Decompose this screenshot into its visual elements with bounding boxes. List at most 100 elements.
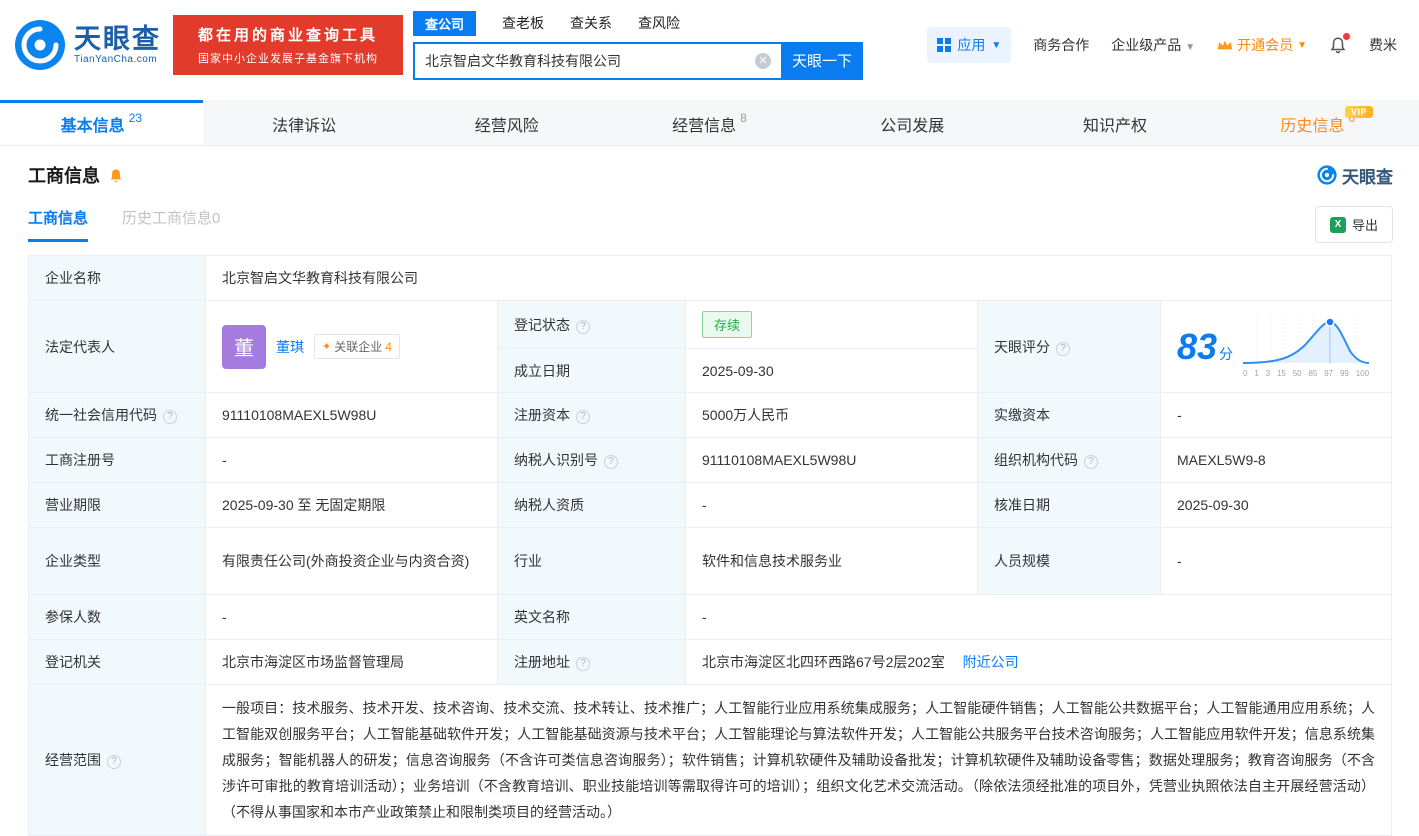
vip-badge: VIP — [1345, 106, 1373, 118]
tab-business-risk[interactable]: 经营风险 — [405, 100, 608, 145]
reg-capital-value: 5000万人民币 — [686, 393, 978, 438]
reg-authority-value: 北京市海淀区市场监督管理局 — [206, 640, 498, 685]
reg-status-value: 存续 — [686, 301, 978, 349]
business-term-value: 2025-09-30 至 无固定期限 — [206, 483, 498, 528]
subtab-history-business-info[interactable]: 历史工商信息0 — [122, 207, 220, 242]
field-label-paid-capital: 实缴资本 — [978, 393, 1161, 438]
help-icon — [163, 410, 177, 424]
help-icon — [576, 657, 590, 671]
clear-icon[interactable]: ✕ — [755, 53, 771, 69]
field-label-org-code: 组织机构代码 — [978, 438, 1161, 483]
chevron-down-icon: ▼ — [1297, 40, 1307, 51]
field-label-reg-number: 工商注册号 — [29, 438, 206, 483]
search-tab-relation[interactable]: 查关系 — [570, 13, 612, 33]
help-icon — [576, 320, 590, 334]
tab-count: 8 — [740, 111, 747, 125]
related-companies-badge[interactable]: ✦ 关联企业 4 — [314, 334, 400, 359]
staff-size-value: - — [1161, 528, 1392, 595]
search-button[interactable]: 天眼一下 — [781, 42, 863, 80]
tab-business-info[interactable]: 经营信息 8 — [608, 100, 811, 145]
crown-icon — [1217, 39, 1233, 51]
legal-rep-value: 董 董琪 ✦ 关联企业 4 — [206, 301, 498, 393]
excel-icon: X — [1330, 217, 1346, 233]
field-label-reg-address: 注册地址 — [498, 640, 686, 685]
table-row: 参保人数 - 英文名称 - — [29, 595, 1392, 640]
apps-menu[interactable]: 应用 ▼ — [927, 27, 1011, 63]
section-title: 工商信息 — [28, 162, 124, 188]
header: 天眼查 TianYanCha.com 都在用的商业查询工具 国家中小企业发展子基… — [0, 0, 1419, 90]
paid-capital-value: - — [1161, 393, 1392, 438]
tab-basic-info[interactable]: 基本信息 23 — [0, 100, 203, 145]
search-tab-boss[interactable]: 查老板 — [502, 13, 544, 33]
field-label-reg-authority: 登记机关 — [29, 640, 206, 685]
status-badge: 存续 — [702, 311, 752, 338]
reg-address-value: 北京市海淀区北四环西路67号2层202室 附近公司 — [686, 640, 1392, 685]
crown-icon: ✦ — [322, 340, 331, 353]
tab-company-development[interactable]: 公司发展 — [811, 100, 1014, 145]
field-label-industry: 行业 — [498, 528, 686, 595]
user-name[interactable]: 费米 — [1369, 35, 1397, 55]
credit-code-value: 91110108MAEXL5W98U — [206, 393, 498, 438]
field-label-staff-size: 人员规模 — [978, 528, 1161, 595]
field-label-company-name: 企业名称 — [29, 256, 206, 301]
search-tab-company[interactable]: 查公司 — [413, 11, 476, 36]
search-tabs: 查公司 查老板 查关系 查风险 — [413, 11, 863, 36]
avatar[interactable]: 董 — [222, 325, 266, 369]
field-label-business-term: 营业期限 — [29, 483, 206, 528]
taxpayer-quality-value: - — [686, 483, 978, 528]
help-icon — [1056, 342, 1070, 356]
tab-legal-proceedings[interactable]: 法律诉讼 — [203, 100, 406, 145]
table-row: 统一社会信用代码 91110108MAEXL5W98U 注册资本 5000万人民… — [29, 393, 1392, 438]
top-nav: 应用 ▼ 商务合作 企业级产品 ▼ 开通会员 ▼ 费米 — [927, 27, 1397, 63]
table-row: 法定代表人 董 董琪 ✦ 关联企业 4 登记状态 存续 天眼评分 83分 — [29, 301, 1392, 349]
chevron-down-icon: ▼ — [1185, 42, 1195, 53]
subtab-business-info[interactable]: 工商信息 — [28, 207, 88, 242]
field-label-reg-status: 登记状态 — [498, 301, 686, 349]
brand-name: 天眼查 — [74, 25, 161, 53]
nav-enterprise-products[interactable]: 企业级产品 ▼ — [1111, 35, 1195, 55]
field-label-company-type: 企业类型 — [29, 528, 206, 595]
nearby-companies-link[interactable]: 附近公司 — [963, 654, 1019, 670]
establish-date-value: 2025-09-30 — [686, 349, 978, 393]
slogan-line1: 都在用的商业查询工具 — [183, 24, 393, 45]
monitor-bell-icon[interactable] — [108, 167, 124, 184]
field-label-credit-code: 统一社会信用代码 — [29, 393, 206, 438]
help-icon — [1084, 455, 1098, 469]
search-area: 查公司 查老板 查关系 查风险 ✕ 天眼一下 — [413, 11, 863, 80]
tianyancha-logo[interactable]: 天眼查 TianYanCha.com — [14, 19, 161, 71]
company-type-value: 有限责任公司(外商投资企业与内资合资) — [206, 528, 498, 595]
tab-intellectual-property[interactable]: 知识产权 — [1014, 100, 1217, 145]
field-label-legal-rep: 法定代表人 — [29, 301, 206, 393]
grid-icon — [937, 38, 951, 52]
score-value: 83分 — [1161, 301, 1392, 393]
table-row: 经营范围 一般项目：技术服务、技术开发、技术咨询、技术交流、技术转让、技术推广；… — [29, 685, 1392, 836]
nav-cooperation[interactable]: 商务合作 — [1033, 35, 1089, 55]
business-scope-value: 一般项目：技术服务、技术开发、技术咨询、技术交流、技术转让、技术推广；人工智能行… — [206, 685, 1392, 836]
english-name-value: - — [686, 595, 1392, 640]
field-label-approval-date: 核准日期 — [978, 483, 1161, 528]
table-row: 登记机关 北京市海淀区市场监督管理局 注册地址 北京市海淀区北四环西路67号2层… — [29, 640, 1392, 685]
org-code-value: MAEXL5W9-8 — [1161, 438, 1392, 483]
legal-rep-link[interactable]: 董琪 — [276, 337, 304, 357]
search-tab-risk[interactable]: 查风险 — [638, 13, 680, 33]
slogan-line2: 国家中小企业发展子基金旗下机构 — [183, 50, 393, 66]
business-info-table: 企业名称 北京智启文华教育科技有限公司 法定代表人 董 董琪 ✦ 关联企业 4 … — [28, 255, 1392, 836]
tianyancha-logo-icon — [14, 19, 66, 71]
help-icon — [576, 410, 590, 424]
table-row: 企业类型 有限责任公司(外商投资企业与内资合资) 行业 软件和信息技术服务业 人… — [29, 528, 1392, 595]
notification-bell[interactable] — [1329, 36, 1347, 54]
field-label-establish-date: 成立日期 — [498, 349, 686, 393]
table-row: 营业期限 2025-09-30 至 无固定期限 纳税人资质 - 核准日期 202… — [29, 483, 1392, 528]
export-button[interactable]: X 导出 — [1315, 206, 1393, 243]
field-label-score: 天眼评分 — [978, 301, 1161, 393]
watermark-logo: 天眼查 — [1317, 163, 1393, 188]
help-icon — [107, 755, 121, 769]
reg-number-value: - — [206, 438, 498, 483]
apps-label: 应用 — [957, 35, 985, 55]
field-label-insured-count: 参保人数 — [29, 595, 206, 640]
tab-history-info[interactable]: 历史信息 6 VIP — [1216, 100, 1419, 145]
search-input[interactable] — [413, 42, 781, 80]
tab-count: 23 — [129, 111, 142, 125]
nav-open-vip[interactable]: 开通会员 ▼ — [1217, 35, 1307, 55]
notification-dot — [1343, 33, 1350, 40]
